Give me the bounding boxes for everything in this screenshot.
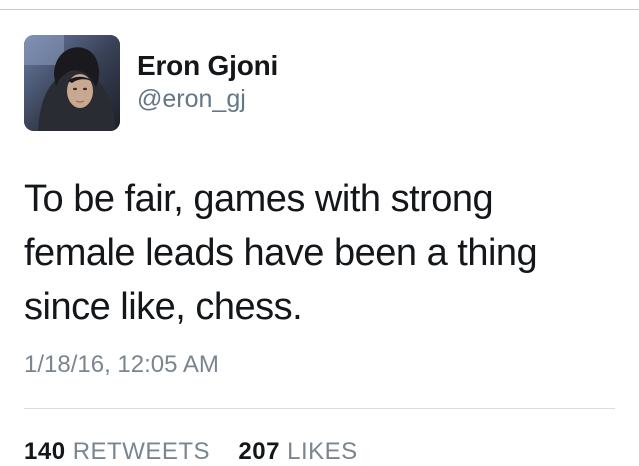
profile-photo-icon bbox=[24, 35, 120, 131]
tweet-text: To be fair, games with strong female lea… bbox=[24, 178, 538, 328]
avatar[interactable] bbox=[24, 35, 120, 131]
tweet-stats: 140 RETWEETS 207 LIKES bbox=[24, 438, 358, 466]
likes-stat[interactable]: 207 LIKES bbox=[238, 438, 357, 465]
retweets-label: RETWEETS bbox=[72, 438, 211, 465]
likes-count: 207 bbox=[238, 438, 280, 465]
author-display-name[interactable]: Eron Gjoni bbox=[137, 50, 278, 82]
retweets-stat[interactable]: 140 RETWEETS bbox=[24, 438, 217, 465]
stats-divider bbox=[24, 408, 615, 409]
retweets-count: 140 bbox=[24, 438, 66, 465]
top-divider bbox=[0, 9, 639, 10]
author-handle[interactable]: @eron_gj bbox=[137, 85, 246, 114]
tweet-timestamp[interactable]: 1/18/16, 12:05 AM bbox=[24, 351, 219, 379]
likes-label: LIKES bbox=[287, 438, 358, 465]
